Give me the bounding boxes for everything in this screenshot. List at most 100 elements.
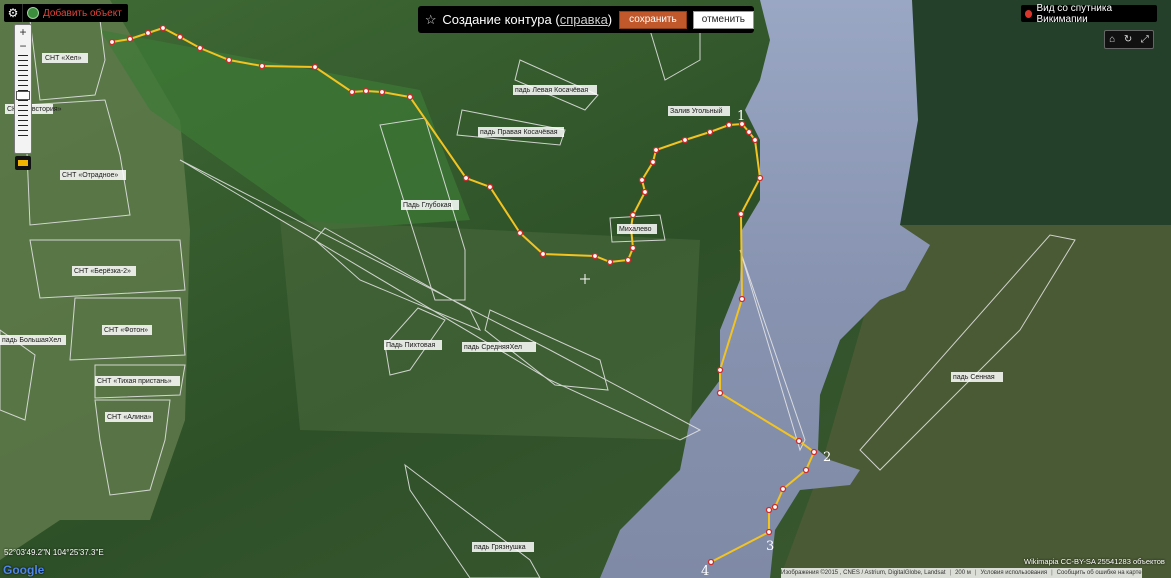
route-vertex[interactable] <box>486 183 494 191</box>
route-vertex[interactable] <box>591 252 599 260</box>
route-vertex[interactable] <box>725 121 733 129</box>
label-bolshaya-hel[interactable]: падь БольшаяХел <box>2 337 61 344</box>
add-object-label: Добавить объект <box>43 7 122 19</box>
toolbar-title: Создание контура (справка) <box>442 12 612 27</box>
label-snt-beryozka[interactable]: СНТ «Берёзка-2» <box>74 268 131 275</box>
route-vertex[interactable] <box>311 63 319 71</box>
route-vertex[interactable] <box>756 174 764 182</box>
layers-icon[interactable] <box>15 156 31 170</box>
contour-toolbar: ☆ Создание контура (справка) сохранить о… <box>418 6 754 33</box>
zoom-in-icon[interactable]: + <box>15 25 31 39</box>
route-vertex[interactable] <box>629 211 637 219</box>
route-vertex[interactable] <box>765 528 773 536</box>
route-vertex[interactable] <box>751 136 759 144</box>
label-zaliv-ugolny[interactable]: Залив Угольный <box>670 107 723 115</box>
route-vertex[interactable] <box>649 158 657 166</box>
route-vertex[interactable] <box>638 176 646 184</box>
help-link[interactable]: справка <box>560 12 608 27</box>
imagery-credit: Изображения ©2015 , CNES / Astrium, Digi… <box>781 570 946 576</box>
globe-icon <box>27 7 39 19</box>
wikimapia-license[interactable]: Wikimapia CC-BY-SA <box>1024 557 1095 566</box>
route-vertex[interactable] <box>406 93 414 101</box>
route-vertex[interactable] <box>144 29 152 37</box>
scale-label: 200 м <box>955 570 971 576</box>
marker-4: 4 <box>701 564 709 578</box>
route-vertex[interactable] <box>681 136 689 144</box>
label-snt-foton[interactable]: СНТ «Фотон» <box>104 327 148 334</box>
label-pravaya-kosachevaya[interactable]: падь Правая Косачёвая <box>480 129 558 136</box>
objects-count: 25541283 объектов <box>1097 557 1165 566</box>
route-vertex[interactable] <box>629 244 637 252</box>
label-snt-alina[interactable]: СНТ «Алина» <box>107 414 152 421</box>
zoom-out-icon[interactable]: − <box>15 39 31 53</box>
route-vertex[interactable] <box>802 466 810 474</box>
terms-link[interactable]: Условия использования <box>980 570 1047 576</box>
route-vertex[interactable] <box>176 33 184 41</box>
route-vertex[interactable] <box>716 366 724 374</box>
label-levaya-kosachevaya[interactable]: падь Левая Косачёвая <box>515 87 588 94</box>
home-icon[interactable]: ⌂ <box>1109 34 1115 45</box>
route-vertex[interactable] <box>606 258 614 266</box>
label-snt-tikhaya-pristan[interactable]: СНТ «Тихая пристань» <box>97 378 172 385</box>
marker-2: 2 <box>823 450 831 465</box>
route-vertex[interactable] <box>108 38 116 46</box>
satellite-view-toggle[interactable]: Вид со спутника Викимапии <box>1021 2 1157 25</box>
top-left-bar: ⚙ Добавить объект <box>4 4 128 22</box>
route-vertex[interactable] <box>765 506 773 514</box>
wikimapia-info: Wikimapia CC-BY-SA 25541283 объектов <box>1024 557 1165 566</box>
label-sennaya[interactable]: падь Сенная <box>953 374 995 381</box>
add-object-button[interactable]: Добавить объект <box>23 7 128 19</box>
route-vertex[interactable] <box>196 44 204 52</box>
route-vertex[interactable] <box>159 24 167 32</box>
route-vertex[interactable] <box>652 146 660 154</box>
route-vertex[interactable] <box>641 188 649 196</box>
route-vertex[interactable] <box>716 389 724 397</box>
label-pikhtovaya[interactable]: Падь Пихтовая <box>386 342 436 349</box>
zoom-slider-handle[interactable] <box>16 91 30 100</box>
route-vertex[interactable] <box>810 448 818 456</box>
report-error-link[interactable]: Сообщить об ошибке на карте <box>1057 570 1142 576</box>
google-logo-text: Google <box>3 563 45 577</box>
route-vertex[interactable] <box>516 229 524 237</box>
route-vertex[interactable] <box>462 174 470 182</box>
label-snt-otradnoe[interactable]: СНТ «Отрадное» <box>62 172 118 179</box>
map-tools: ⌂ ↻ ⤢ <box>1104 30 1154 49</box>
label-srednyaya-hel[interactable]: падь СредняяХел <box>464 344 522 351</box>
toolbar-title-text: Создание контура ( <box>442 12 560 27</box>
route-vertex[interactable] <box>771 503 779 511</box>
route-vertex[interactable] <box>126 35 134 43</box>
route-vertex[interactable] <box>378 88 386 96</box>
fullscreen-icon[interactable]: ⤢ <box>1141 34 1149 45</box>
marker-3: 3 <box>766 539 774 554</box>
label-gryaznushka[interactable]: падь Грязнушка <box>474 544 526 551</box>
route-vertex[interactable] <box>706 128 714 136</box>
satellite-icon <box>1025 9 1033 18</box>
label-glubokaya[interactable]: Падь Глубокая <box>403 201 452 209</box>
cancel-button[interactable]: отменить <box>692 10 754 29</box>
route-vertex[interactable] <box>624 256 632 264</box>
refresh-icon[interactable]: ↻ <box>1124 34 1132 45</box>
save-button[interactable]: сохранить <box>619 10 687 29</box>
route-vertex[interactable] <box>779 485 787 493</box>
toolbar-title-suffix: ) <box>607 12 613 27</box>
route-vertex[interactable] <box>258 62 266 70</box>
route-vertex[interactable] <box>225 56 233 64</box>
route-vertex[interactable] <box>738 295 746 303</box>
google-logo: Google <box>3 563 44 577</box>
route-vertex[interactable] <box>795 437 803 445</box>
label-snt-hel[interactable]: СНТ «Хел» <box>45 55 82 62</box>
cursor-coordinates: 52°03'49.2"N 104°25'37.3"E <box>4 548 104 557</box>
route-vertex[interactable] <box>348 88 356 96</box>
route-vertex[interactable] <box>745 128 753 136</box>
route-vertex[interactable] <box>539 250 547 258</box>
satellite-view-label: Вид со спутника Викимапии <box>1036 2 1113 25</box>
zoom-control[interactable]: + − <box>14 24 32 154</box>
attribution-bar: Изображения ©2015 , CNES / Astrium, Digi… <box>781 568 1142 578</box>
satellite-map[interactable]: СНТ «Хел» СНТ «Евстория» СНТ «Отрадное» … <box>0 0 1171 578</box>
route-vertex[interactable] <box>737 210 745 218</box>
label-mikhalevo[interactable]: Михалево <box>619 226 652 233</box>
route-vertex[interactable] <box>362 87 370 95</box>
gear-icon[interactable]: ⚙ <box>4 4 23 22</box>
marker-1: 1 <box>737 109 745 124</box>
star-icon[interactable]: ☆ <box>422 12 439 28</box>
